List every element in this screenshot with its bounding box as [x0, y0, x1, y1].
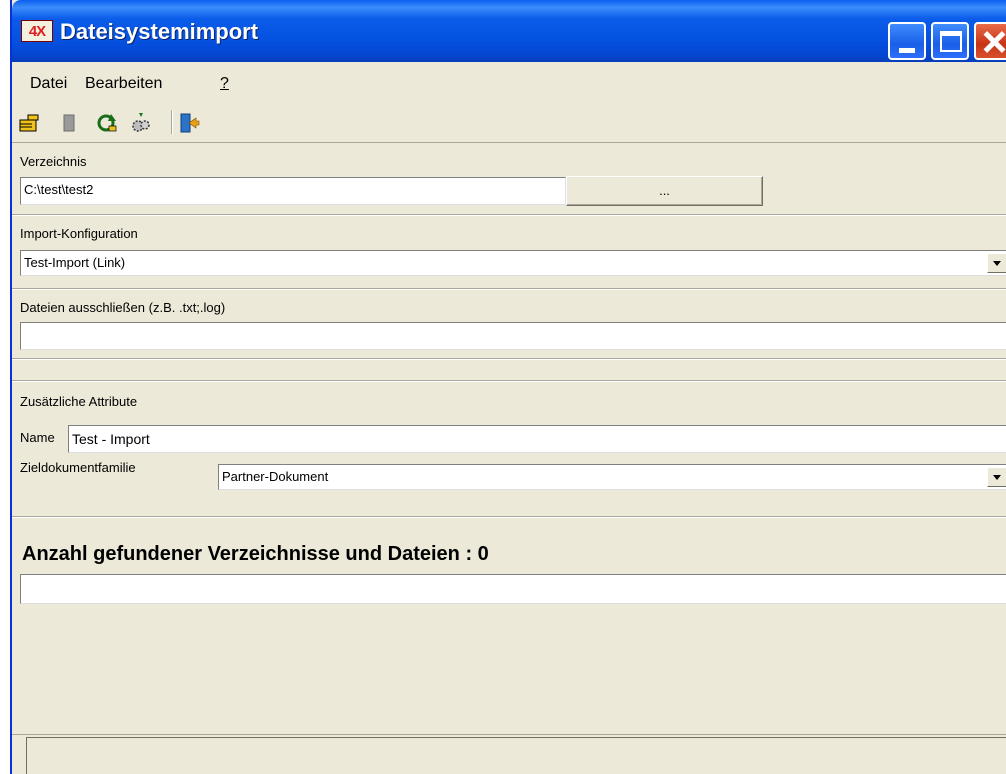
found-count-label: Anzahl gefundener Verzeichnisse und Date…	[22, 543, 489, 565]
settings-gears-icon[interactable]	[130, 112, 152, 134]
import-config-dropdown-icon[interactable]	[987, 253, 1006, 273]
menu-help[interactable]: ?	[220, 75, 229, 93]
app-logo-icon: 4X	[21, 20, 53, 42]
menu-bar: Datei Bearbeiten ?	[12, 62, 1006, 102]
hand-pointer-icon[interactable]	[18, 112, 40, 134]
toolbar	[12, 102, 1006, 143]
directory-label: Verzeichnis	[20, 154, 87, 169]
import-window: 4X Dateisystemimport Datei Bearbeiten ?	[10, 0, 1006, 774]
window-title: Dateisystemimport	[60, 19, 259, 44]
target-family-select[interactable]: Partner-Dokument	[218, 464, 1006, 490]
divider	[12, 358, 1006, 360]
title-bar[interactable]: 4X Dateisystemimport	[12, 0, 1006, 62]
results-field[interactable]	[20, 574, 1006, 604]
directory-input[interactable]: C:\test\test2	[20, 177, 566, 205]
minimize-icon	[899, 48, 915, 53]
import-config-label: Import-Konfiguration	[20, 226, 138, 241]
divider	[12, 516, 1006, 518]
menu-bearbeiten[interactable]: Bearbeiten	[85, 75, 162, 93]
additional-attributes-label: Zusätzliche Attribute	[20, 394, 138, 409]
name-input[interactable]: Test - Import	[68, 425, 1006, 453]
name-label: Name	[20, 430, 55, 445]
import-config-select[interactable]: Test-Import (Link)	[20, 250, 1006, 276]
close-icon	[976, 24, 1006, 58]
refresh-icon[interactable]	[96, 112, 118, 134]
exclude-input[interactable]	[20, 322, 1006, 350]
exclude-label: Dateien ausschließen (z.B. .txt;.log)	[20, 300, 226, 315]
exit-door-icon[interactable]	[178, 112, 200, 134]
status-divider	[12, 734, 1006, 735]
document-icon[interactable]	[58, 112, 80, 134]
maximize-button[interactable]	[931, 22, 969, 60]
divider	[12, 380, 1006, 382]
divider	[12, 214, 1006, 216]
toolbar-separator	[171, 110, 173, 134]
target-family-dropdown-icon[interactable]	[987, 467, 1006, 487]
menu-datei[interactable]: Datei	[30, 75, 67, 93]
target-family-label: Zieldokumentfamilie	[20, 460, 136, 475]
close-button[interactable]	[974, 22, 1006, 60]
divider	[12, 288, 1006, 290]
status-bar	[26, 737, 1006, 774]
browse-button[interactable]: ...	[566, 176, 763, 206]
maximize-icon	[940, 31, 962, 52]
minimize-button[interactable]	[888, 22, 926, 60]
